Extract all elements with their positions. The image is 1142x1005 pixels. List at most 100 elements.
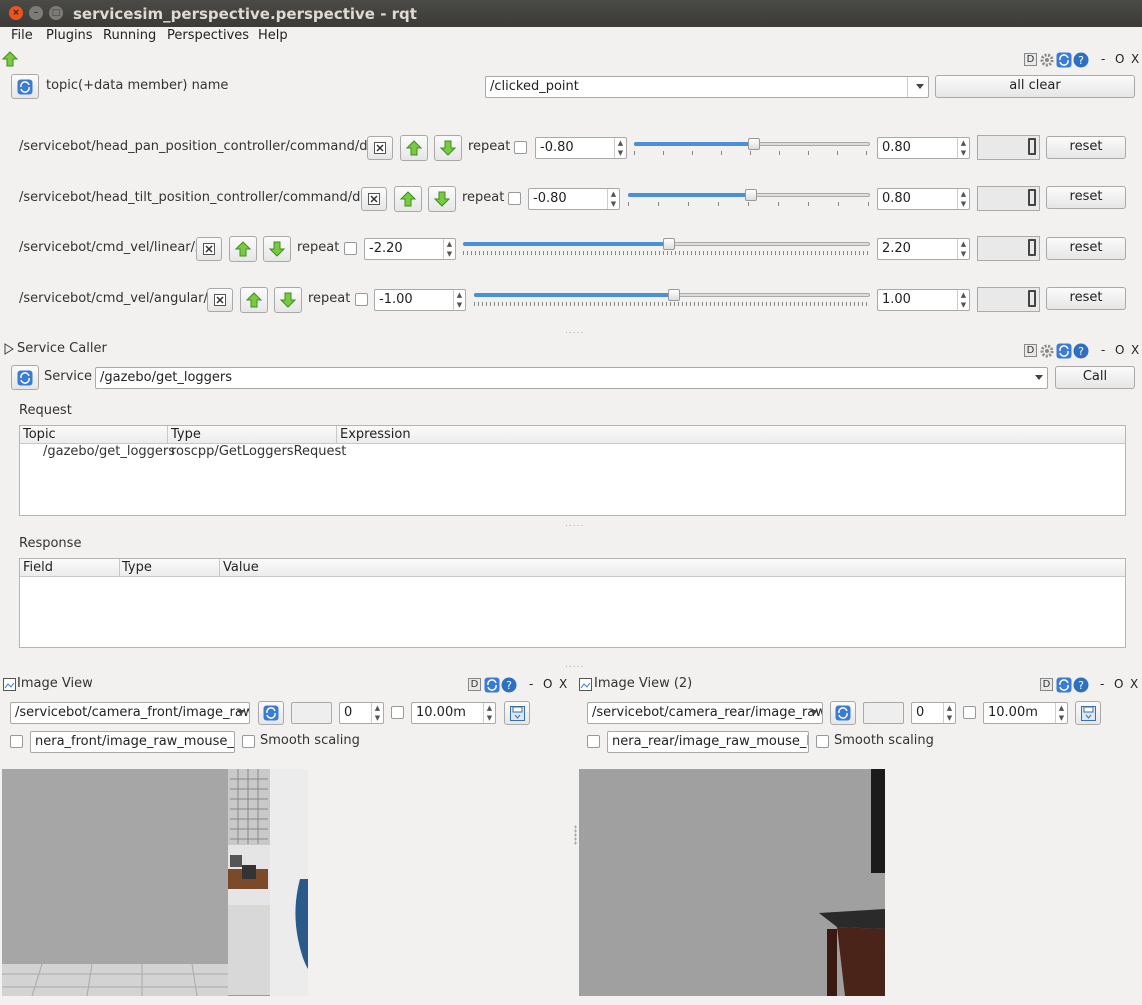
spin-arrows-icon[interactable]: ▲ ▼ (957, 239, 969, 259)
minimize-dock-button[interactable]: - (529, 677, 533, 691)
max-spinbox[interactable]: 1.00 ▲ ▼ (877, 289, 970, 311)
response-table[interactable]: Field Type Value (19, 558, 1126, 648)
mouse-publish-checkbox[interactable] (10, 735, 23, 748)
repeat-checkbox[interactable] (514, 141, 527, 154)
max-spinbox[interactable]: 2.20 ▲ ▼ (877, 238, 970, 260)
spin-arrows-icon[interactable]: ▲ ▼ (943, 703, 955, 723)
menu-file[interactable]: File (11, 28, 33, 43)
column-header-value[interactable]: Value (223, 560, 259, 575)
move-down-button[interactable] (434, 135, 462, 161)
camera-rear-image[interactable] (579, 769, 885, 996)
spin-arrows-icon[interactable]: ▲ ▼ (443, 239, 455, 259)
image-zero-spinbox[interactable]: 0 ▲ ▼ (911, 702, 956, 724)
splitter-handle[interactable]: ..... (565, 519, 584, 529)
reset-button[interactable]: reset (1046, 287, 1126, 310)
spin-arrows-icon[interactable]: ▲ ▼ (957, 189, 969, 209)
min-spinbox[interactable]: -1.00 ▲ ▼ (374, 289, 466, 311)
repeat-checkbox[interactable] (355, 293, 368, 306)
move-up-button[interactable] (229, 236, 257, 262)
help-icon[interactable]: ? (1073, 343, 1089, 359)
remove-row-button[interactable] (367, 136, 393, 160)
refresh-icon[interactable] (1056, 677, 1072, 693)
spin-arrows-icon[interactable]: ▲ ▼ (957, 138, 969, 158)
d-button[interactable]: D (1040, 678, 1053, 691)
topic-combobox[interactable]: /clicked_point (485, 76, 929, 98)
float-dock-button[interactable]: O (1115, 343, 1124, 357)
spin-arrows-icon[interactable]: ▲ ▼ (957, 290, 969, 310)
menu-help[interactable]: Help (258, 28, 288, 43)
menu-running[interactable]: Running (103, 28, 156, 43)
refresh-topics-button[interactable] (11, 74, 39, 99)
repeat-checkbox[interactable] (508, 192, 521, 205)
spin-arrows-icon[interactable]: ▲ ▼ (1055, 703, 1067, 723)
remove-row-button[interactable] (207, 288, 233, 312)
value-slider[interactable] (474, 289, 870, 307)
call-button[interactable]: Call (1055, 366, 1135, 389)
d-button[interactable]: D (468, 678, 481, 691)
d-button[interactable]: D (1024, 53, 1037, 66)
image-option-checkbox[interactable] (963, 706, 976, 719)
min-spinbox[interactable]: -2.20 ▲ ▼ (364, 238, 456, 260)
minimize-dock-button[interactable]: - (1100, 677, 1104, 691)
min-spinbox[interactable]: -0.80 ▲ ▼ (528, 188, 620, 210)
gear-icon[interactable] (1040, 344, 1054, 358)
refresh-image-topics-button[interactable] (830, 701, 856, 725)
max-spinbox[interactable]: 0.80 ▲ ▼ (877, 188, 970, 210)
spin-arrows-icon[interactable]: ▲ ▼ (371, 703, 383, 723)
refresh-icon[interactable] (1056, 343, 1072, 359)
remove-row-button[interactable] (361, 187, 387, 211)
float-dock-button[interactable]: O (1115, 52, 1124, 66)
table-row[interactable]: /gazebo/get_loggers roscpp/GetLoggersReq… (20, 444, 1125, 462)
image-zero-spinbox[interactable]: 0 ▲ ▼ (339, 702, 384, 724)
minimize-window-button[interactable]: – (29, 6, 43, 20)
column-header-topic[interactable]: Topic (23, 427, 56, 442)
mouse-topic-field[interactable]: nera_rear/image_raw_mouse_left (607, 731, 809, 753)
request-table[interactable]: Topic Type Expression /gazebo/get_logger… (19, 425, 1126, 516)
move-up-button[interactable] (400, 135, 428, 161)
spin-arrows-icon[interactable]: ▲ ▼ (483, 703, 495, 723)
value-slider[interactable] (463, 238, 870, 256)
column-header-expression[interactable]: Expression (340, 427, 411, 442)
spin-arrows-icon[interactable]: ▲ ▼ (607, 189, 619, 209)
help-icon[interactable]: ? (1073, 52, 1089, 68)
camera-front-image[interactable] (2, 769, 308, 996)
mouse-publish-checkbox[interactable] (587, 735, 600, 748)
slider-handle[interactable] (745, 189, 757, 201)
gear-icon[interactable] (1040, 53, 1054, 67)
close-window-button[interactable]: × (9, 6, 23, 20)
spin-arrows-icon[interactable]: ▲ ▼ (453, 290, 465, 310)
maximize-window-button[interactable]: □ (49, 6, 63, 20)
spin-arrows-icon[interactable]: ▲ ▼ (614, 138, 626, 158)
vertical-splitter-handle[interactable] (574, 825, 577, 845)
column-header-type[interactable]: Type (122, 560, 152, 575)
slider-handle[interactable] (748, 138, 760, 150)
all-clear-button[interactable]: all clear (935, 75, 1135, 98)
minimize-dock-button[interactable]: - (1101, 52, 1105, 66)
service-combobox[interactable]: /gazebo/get_loggers (95, 367, 1048, 389)
column-header-type[interactable]: Type (171, 427, 201, 442)
refresh-image-topics-button[interactable] (258, 701, 284, 725)
remove-row-button[interactable] (196, 237, 222, 261)
smooth-scaling-checkbox[interactable] (816, 735, 829, 748)
menu-perspectives[interactable]: Perspectives (167, 28, 249, 43)
move-down-button[interactable] (263, 236, 291, 262)
move-down-button[interactable] (274, 287, 302, 313)
refresh-icon[interactable] (1056, 52, 1072, 68)
min-spinbox[interactable]: -0.80 ▲ ▼ (535, 137, 627, 159)
save-image-button[interactable] (504, 701, 530, 725)
value-slider[interactable] (628, 189, 870, 207)
menu-plugins[interactable]: Plugins (46, 28, 93, 43)
splitter-handle[interactable]: ..... (565, 326, 584, 336)
splitter-handle[interactable]: ..... (565, 660, 584, 670)
refresh-services-button[interactable] (11, 365, 39, 390)
float-dock-button[interactable]: O (543, 677, 552, 691)
close-dock-button[interactable]: X (1131, 343, 1139, 357)
reset-button[interactable]: reset (1046, 237, 1126, 260)
save-image-button[interactable] (1075, 701, 1101, 725)
float-dock-button[interactable]: O (1114, 677, 1123, 691)
slider-handle[interactable] (668, 289, 680, 301)
move-down-button[interactable] (428, 186, 456, 212)
close-dock-button[interactable]: X (1130, 677, 1138, 691)
image-range-spinbox[interactable]: 10.00m ▲ ▼ (983, 702, 1068, 724)
move-up-button[interactable] (240, 287, 268, 313)
